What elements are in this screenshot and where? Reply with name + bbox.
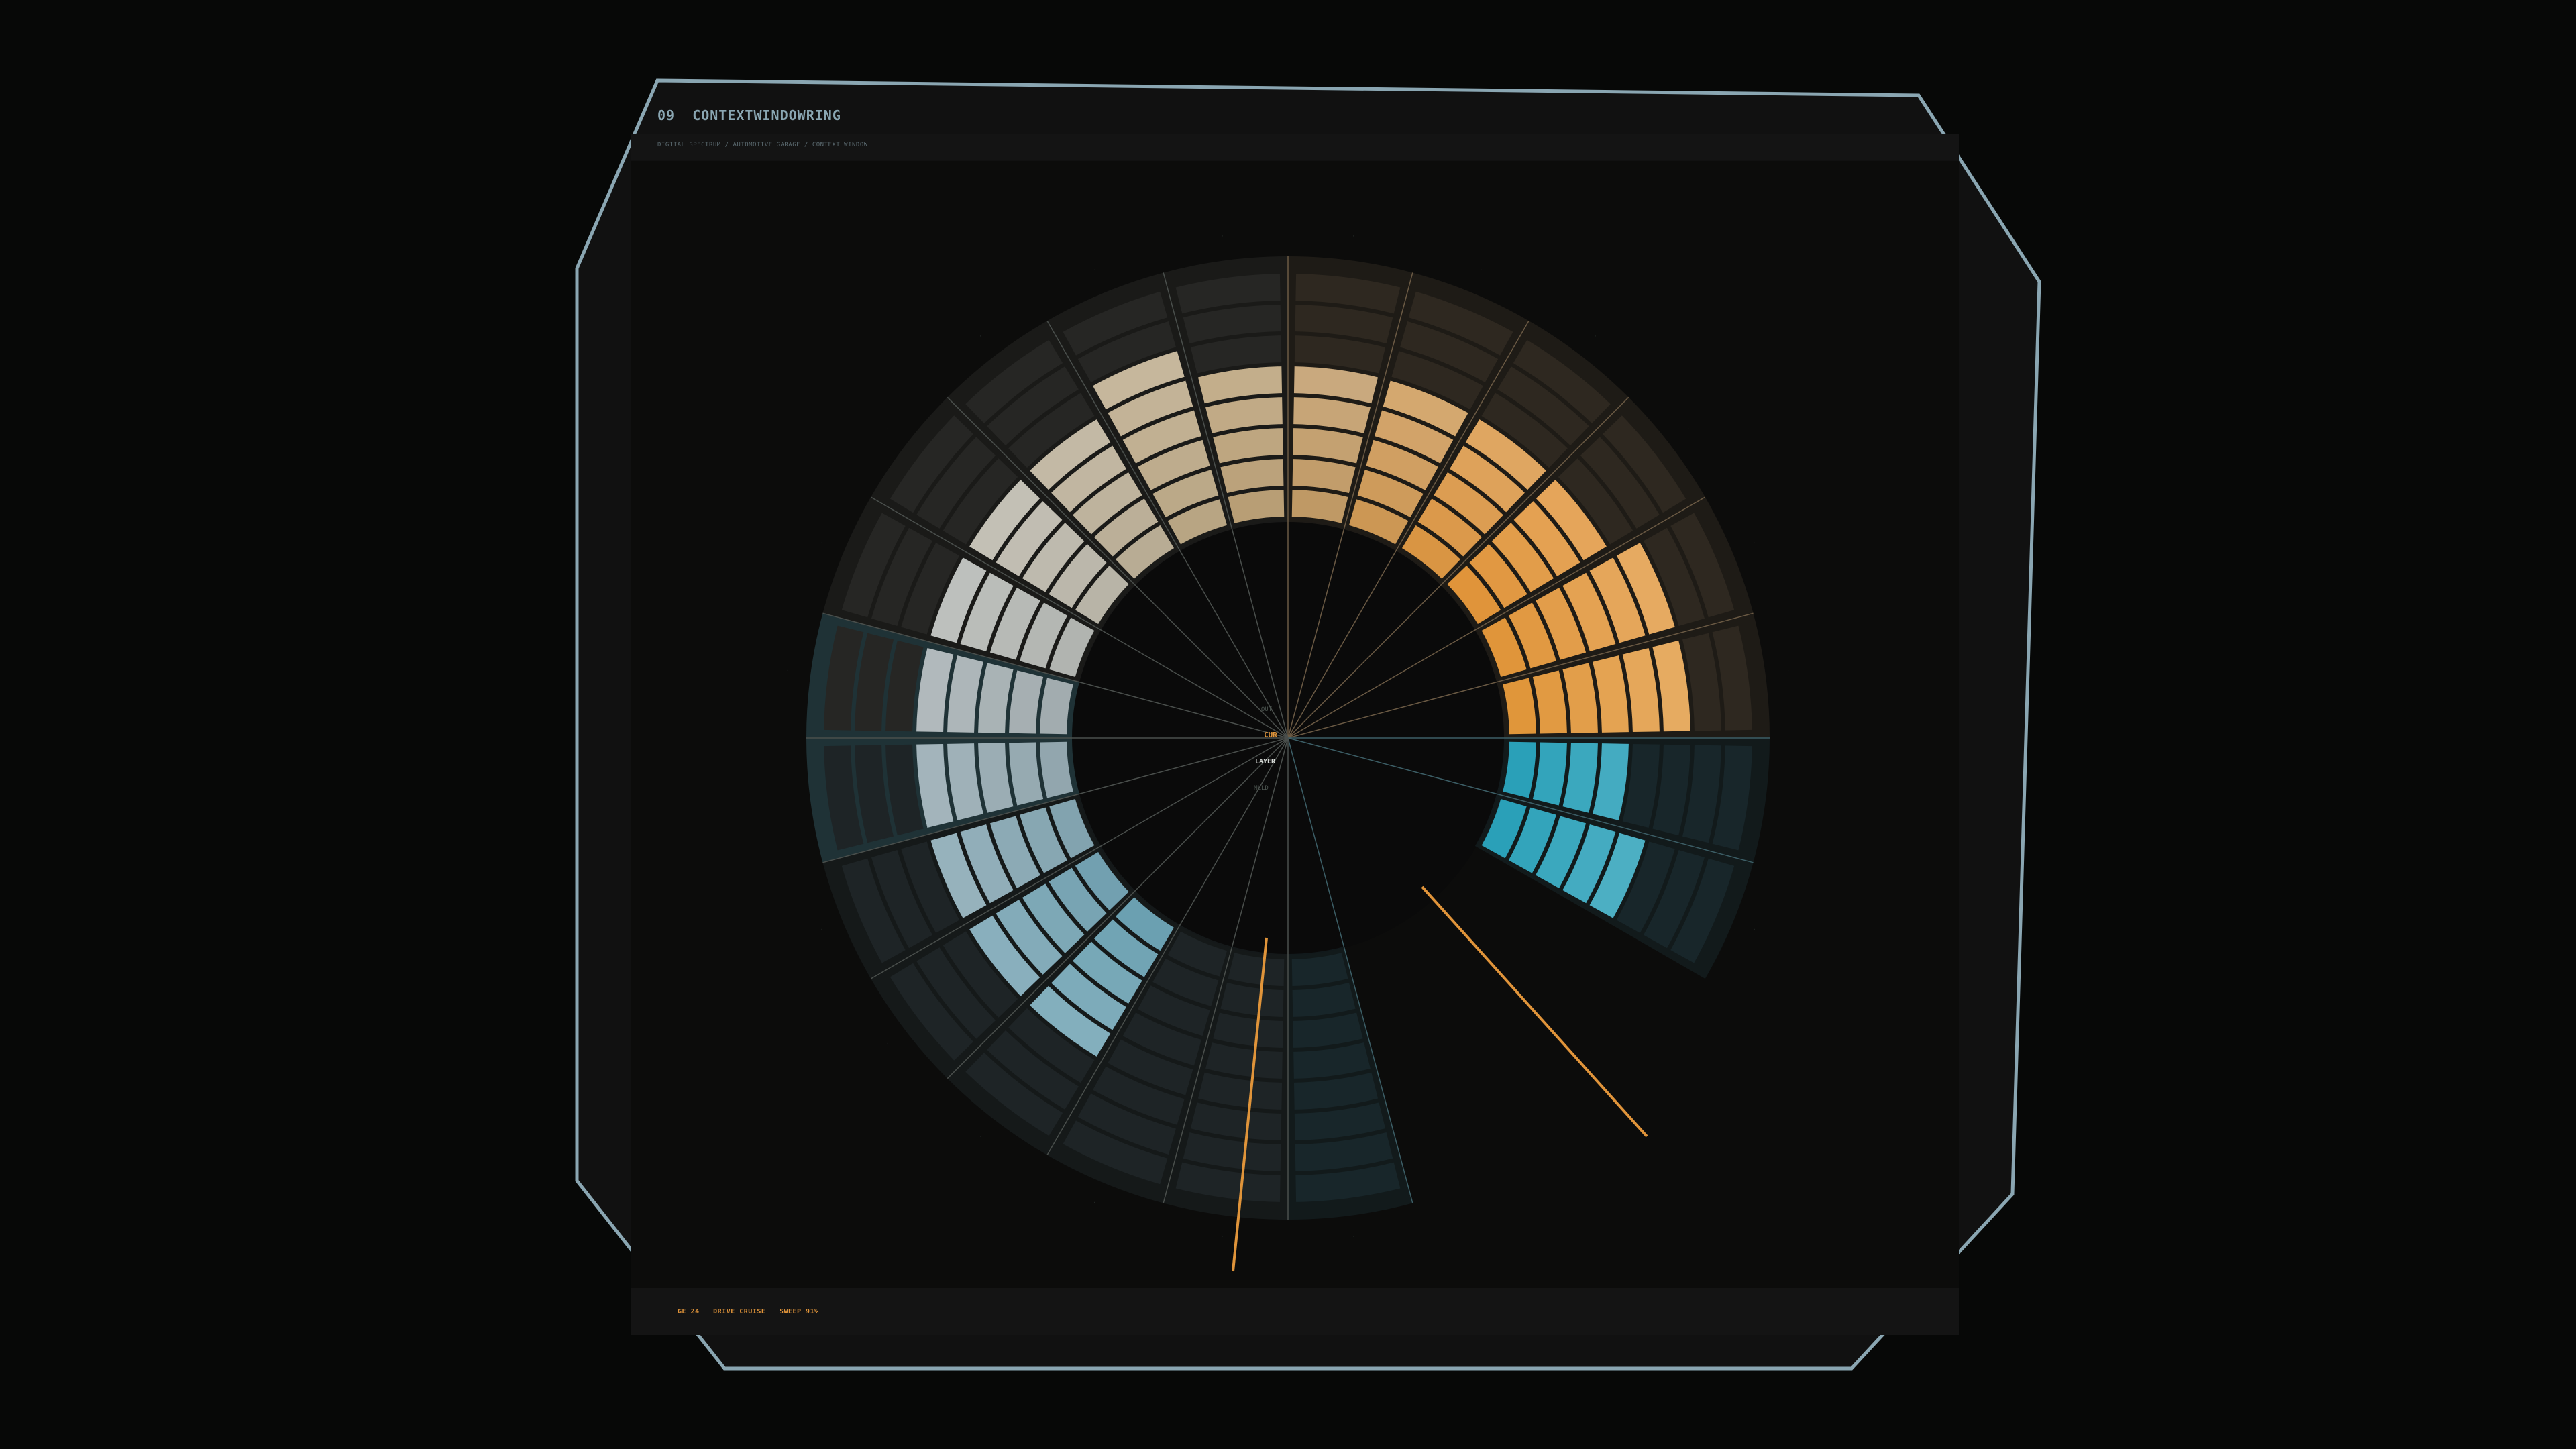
sector-tick: · bbox=[1786, 667, 1790, 674]
sector-tick: · bbox=[979, 333, 983, 339]
sector-tick: · bbox=[786, 799, 790, 805]
sector-tick: · bbox=[1752, 540, 1756, 546]
context-window-ring[interactable]: · · · · · · · · · · · · · · · · · · · · · OUT CUR LAYER MLLD bbox=[0, 0, 2576, 1449]
center-cursor-label: CUR bbox=[1264, 731, 1277, 739]
sector-tick: · bbox=[886, 1040, 890, 1046]
status-bar: GE 24 DRIVE CRUISE SWEEP 91% bbox=[678, 1308, 828, 1316]
sector-tick: · bbox=[1093, 267, 1097, 273]
status-left: GE 24 bbox=[678, 1308, 700, 1316]
ring-spokes bbox=[806, 256, 1770, 1220]
sector-tick: · bbox=[1479, 267, 1483, 273]
sector-tick: · bbox=[1093, 1199, 1097, 1205]
sector-tick: · bbox=[1786, 799, 1790, 805]
sector-tick: · bbox=[1220, 1234, 1224, 1240]
sector-tick: · bbox=[1593, 333, 1597, 339]
sector-tick: · bbox=[1220, 233, 1224, 239]
sector-tick: · bbox=[820, 926, 824, 932]
center-top-label: OUT bbox=[1261, 706, 1273, 713]
center-layer-label: LAYER bbox=[1255, 758, 1276, 765]
sector-tick: · bbox=[1352, 233, 1356, 239]
sector-tick: · bbox=[1686, 426, 1690, 432]
sector-tick: · bbox=[1752, 926, 1756, 932]
status-mode: DRIVE CRUISE bbox=[713, 1308, 766, 1316]
sector-tick: · bbox=[820, 540, 824, 546]
sector-tick: · bbox=[1352, 1234, 1356, 1240]
sector-tick: · bbox=[786, 667, 790, 674]
status-sweep: SWEEP 91% bbox=[779, 1308, 819, 1316]
sector-tick: · bbox=[886, 426, 890, 432]
center-bottom-label: MLLD bbox=[1254, 785, 1269, 792]
sector-tick: · bbox=[979, 1134, 983, 1140]
